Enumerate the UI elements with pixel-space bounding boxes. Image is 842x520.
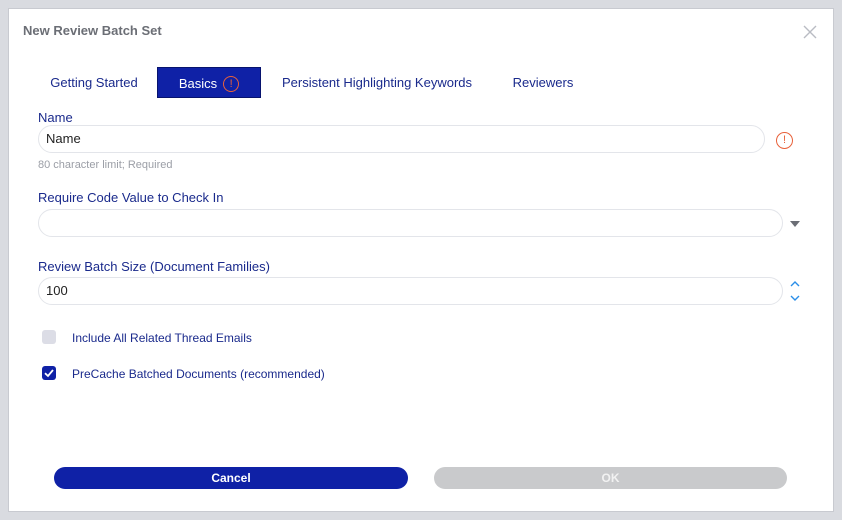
precache-label: PreCache Batched Documents (recommended)	[72, 367, 325, 381]
checkmark-icon	[44, 369, 54, 378]
tab-label: Persistent Highlighting Keywords	[281, 75, 473, 90]
tab-label: Basics	[178, 76, 218, 91]
chevron-down-icon	[790, 295, 800, 301]
batch-size-label: Review Batch Size (Document Families)	[38, 259, 270, 274]
cancel-button[interactable]: Cancel	[54, 467, 408, 489]
tab-getting-started[interactable]: Getting Started	[39, 67, 149, 98]
tab-label: Reviewers	[512, 75, 574, 90]
ok-button[interactable]: OK	[434, 467, 787, 489]
warning-icon: !	[223, 75, 240, 92]
new-review-batch-set-dialog: New Review Batch Set Getting Started Bas…	[8, 8, 834, 512]
chevron-down-icon[interactable]	[790, 221, 800, 227]
code-value-select[interactable]	[38, 209, 783, 237]
precache-checkbox[interactable]	[42, 366, 56, 380]
name-label: Name	[38, 110, 73, 125]
tab-bar: Getting Started Basics! Persistent Highl…	[9, 67, 833, 99]
code-value-label: Require Code Value to Check In	[38, 190, 224, 205]
batch-size-stepper[interactable]	[789, 277, 801, 305]
name-warning-icon: !	[776, 132, 793, 149]
name-value: Name	[46, 131, 81, 146]
dialog-title: New Review Batch Set	[23, 23, 162, 38]
close-icon[interactable]	[801, 23, 819, 41]
include-thread-emails-label: Include All Related Thread Emails	[72, 331, 252, 345]
name-field[interactable]: Name	[38, 125, 765, 153]
include-thread-emails-checkbox[interactable]	[42, 330, 56, 344]
tab-label: Getting Started	[50, 75, 138, 90]
chevron-up-icon	[790, 281, 800, 287]
tab-reviewers[interactable]: Reviewers	[506, 67, 580, 98]
tab-persistent-highlighting-keywords[interactable]: Persistent Highlighting Keywords	[279, 67, 475, 98]
batch-size-value: 100	[46, 283, 68, 298]
name-hint: 80 character limit; Required	[38, 159, 173, 171]
tab-basics[interactable]: Basics!	[157, 67, 261, 98]
batch-size-input[interactable]: 100	[38, 277, 783, 305]
